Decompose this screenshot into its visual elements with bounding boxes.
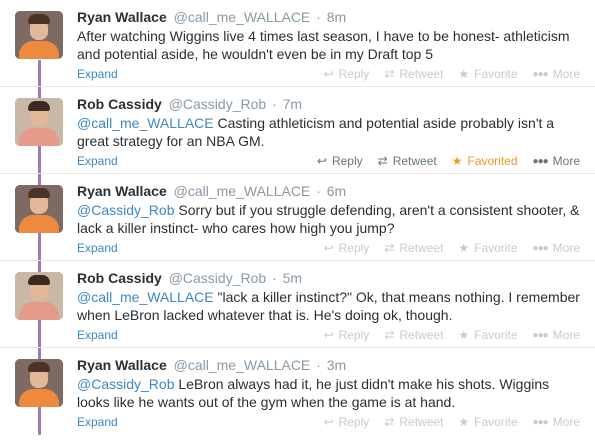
favorite-button[interactable]: ★ Favorite [458,67,517,81]
tweet-header: Rob Cassidy @Cassidy_Rob · 7m [77,96,303,112]
tweet-actions: ↩ Reply ⇄ Retweet ★ Favorite ●●● More [324,67,580,81]
retweet-button[interactable]: ⇄ Retweet [384,67,443,81]
reply-button[interactable]: ↩ Reply [324,328,370,342]
star-icon: ★ [458,241,470,255]
avatar[interactable] [15,11,63,59]
author-name[interactable]: Ryan Wallace [77,9,167,25]
tweet-text: @Cassidy_Rob LeBron always had it, he ju… [77,375,582,411]
mention-link[interactable]: @Cassidy_Rob [77,376,174,392]
avatar[interactable] [15,272,63,320]
retweet-icon: ⇄ [384,328,395,342]
retweet-button[interactable]: ⇄ Retweet [384,328,443,342]
favorited-button[interactable]: ★ Favorited [452,154,518,168]
more-button[interactable]: ●●● More [533,241,580,255]
timestamp[interactable]: 3m [327,357,346,373]
expand-link[interactable]: Expand [77,241,118,255]
mention-link[interactable]: @call_me_WALLACE [77,289,214,305]
more-button[interactable]: ●●● More [533,328,580,342]
more-dots-icon: ●●● [532,242,549,254]
star-icon: ★ [458,67,470,81]
tweet-header: Ryan Wallace @call_me_WALLACE · 6m [77,183,347,199]
tweet-actions: ↩ Reply ⇄ Retweet ★ Favorite ●●● More [324,241,580,255]
retweet-button[interactable]: ⇄ Retweet [384,241,443,255]
tweet-header: Ryan Wallace @call_me_WALLACE · 3m [77,357,347,373]
avatar[interactable] [15,359,63,407]
favorite-button[interactable]: ★ Favorite [458,241,517,255]
author-handle[interactable]: @call_me_WALLACE [174,9,311,25]
more-dots-icon: ●●● [532,68,549,80]
author-name[interactable]: Rob Cassidy [77,270,162,286]
tweet[interactable]: Rob Cassidy @Cassidy_Rob · 5m @call_me_W… [0,261,595,348]
tweet[interactable]: Ryan Wallace @call_me_WALLACE · 8m After… [0,0,595,87]
star-icon: ★ [451,154,463,168]
expand-link[interactable]: Expand [77,415,118,429]
reply-icon: ↩ [316,154,327,168]
tweet-text: @call_me_WALLACE "lack a killer instinct… [77,288,582,324]
retweet-button[interactable]: ⇄ Retweet [384,415,443,429]
reply-button[interactable]: ↩ Reply [317,154,363,168]
tweet-actions: ↩ Reply ⇄ Retweet ★ Favorite ●●● More [324,328,580,342]
author-name[interactable]: Ryan Wallace [77,183,167,199]
reply-button[interactable]: ↩ Reply [324,241,370,255]
timestamp[interactable]: 8m [327,9,346,25]
author-handle[interactable]: @Cassidy_Rob [169,270,266,286]
mention-link[interactable]: @call_me_WALLACE [77,115,214,131]
reply-icon: ↩ [323,328,334,342]
author-handle[interactable]: @call_me_WALLACE [174,183,311,199]
more-dots-icon: ●●● [532,155,549,167]
retweet-icon: ⇄ [377,154,388,168]
tweet-actions: ↩ Reply ⇄ Retweet ★ Favorited ●●● More [317,154,580,168]
tweet-text: After watching Wiggins live 4 times last… [77,27,582,63]
author-handle[interactable]: @call_me_WALLACE [174,357,311,373]
tweet-text: @call_me_WALLACE Casting athleticism and… [77,114,582,150]
reply-button[interactable]: ↩ Reply [324,67,370,81]
reply-icon: ↩ [323,415,334,429]
timestamp[interactable]: 7m [283,96,302,112]
tweet-text: @Cassidy_Rob Sorry but if you struggle d… [77,201,582,237]
tweet-header: Rob Cassidy @Cassidy_Rob · 5m [77,270,303,286]
author-name[interactable]: Ryan Wallace [77,357,167,373]
more-dots-icon: ●●● [532,329,549,341]
expand-link[interactable]: Expand [77,328,118,342]
tweet[interactable]: Ryan Wallace @call_me_WALLACE · 3m @Cass… [0,348,595,435]
reply-icon: ↩ [323,67,334,81]
tweet-body: After watching Wiggins live 4 times last… [77,28,570,62]
more-button[interactable]: ●●● More [533,67,580,81]
star-icon: ★ [458,328,470,342]
timestamp[interactable]: 6m [327,183,346,199]
avatar[interactable] [15,98,63,146]
reply-icon: ↩ [323,241,334,255]
favorite-button[interactable]: ★ Favorite [458,415,517,429]
tweet-actions: ↩ Reply ⇄ Retweet ★ Favorite ●●● More [324,415,580,429]
star-icon: ★ [458,415,470,429]
retweet-button[interactable]: ⇄ Retweet [378,154,437,168]
retweet-icon: ⇄ [384,415,395,429]
author-handle[interactable]: @Cassidy_Rob [169,96,266,112]
favorite-button[interactable]: ★ Favorite [458,328,517,342]
tweet[interactable]: Ryan Wallace @call_me_WALLACE · 6m @Cass… [0,174,595,261]
mention-link[interactable]: @Cassidy_Rob [77,202,174,218]
retweet-icon: ⇄ [384,241,395,255]
avatar[interactable] [15,185,63,233]
expand-link[interactable]: Expand [77,67,118,81]
reply-button[interactable]: ↩ Reply [324,415,370,429]
author-name[interactable]: Rob Cassidy [77,96,162,112]
tweet[interactable]: Rob Cassidy @Cassidy_Rob · 7m @call_me_W… [0,87,595,174]
more-button[interactable]: ●●● More [533,415,580,429]
more-button[interactable]: ●●● More [533,154,580,168]
more-dots-icon: ●●● [532,416,549,428]
tweet-header: Ryan Wallace @call_me_WALLACE · 8m [77,9,347,25]
timestamp[interactable]: 5m [283,270,302,286]
expand-link[interactable]: Expand [77,154,118,168]
retweet-icon: ⇄ [384,67,395,81]
